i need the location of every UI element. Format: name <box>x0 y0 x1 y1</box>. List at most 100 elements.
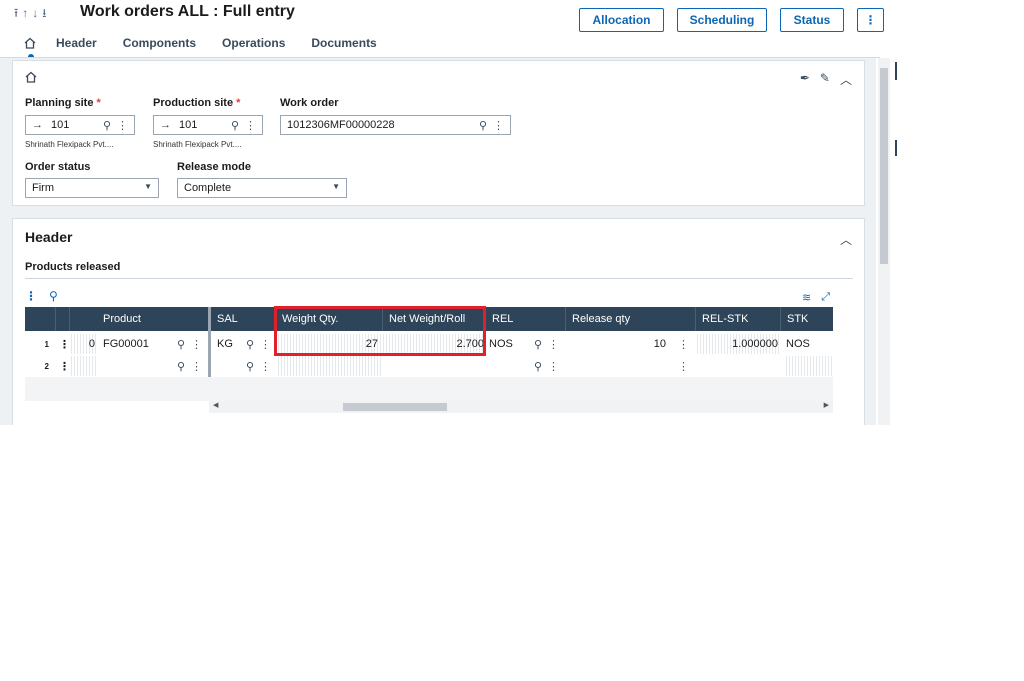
first-record-icon[interactable]: ⭱ <box>14 6 18 20</box>
chevron-down-icon: ▼ <box>332 182 340 191</box>
kebab-icon[interactable]: ⋮ <box>678 360 689 373</box>
kebab-icon[interactable]: ⋮ <box>191 338 202 351</box>
grid-header-status <box>69 307 97 331</box>
kebab-icon[interactable]: ⋮ <box>493 119 504 132</box>
grid-header-rel-stk[interactable]: REL-STK <box>695 307 780 331</box>
tab-components[interactable]: Components <box>123 36 196 50</box>
scroll-left-icon[interactable]: ◀ <box>213 401 218 409</box>
release-qty-value: 10 <box>653 338 666 350</box>
search-icon[interactable]: ⚲ <box>49 289 58 303</box>
vertical-scrollbar[interactable] <box>878 58 890 425</box>
release-mode-select[interactable]: Complete ▼ <box>177 178 347 198</box>
sal-value: KG <box>217 338 233 350</box>
planning-site-label: Planning site * <box>25 97 101 109</box>
grid-header-stk[interactable]: STK <box>780 307 833 331</box>
scrollbar-thumb[interactable] <box>880 68 888 264</box>
product-cell[interactable]: FG00001 ⚲ ⋮ <box>103 334 208 354</box>
grid-header-rownum <box>25 307 55 331</box>
expand-icon[interactable]: ⤢ <box>821 291 830 304</box>
kebab-icon[interactable]: ⋮ <box>260 360 271 373</box>
work-order-field[interactable]: 1012306MF00000228 ⚲ ⋮ <box>280 115 511 135</box>
grid-header-release-qty[interactable]: Release qty <box>565 307 695 331</box>
search-icon[interactable]: ⚲ <box>103 119 111 132</box>
kebab-icon[interactable]: ⋮ <box>548 338 559 351</box>
allocation-button[interactable]: Allocation <box>579 8 664 32</box>
scheduling-button[interactable]: Scheduling <box>677 8 767 32</box>
side-panel-edge <box>895 140 897 156</box>
tab-home[interactable] <box>24 36 38 60</box>
section-tabs: Header Components Operations Documents <box>24 36 403 60</box>
stk-cell[interactable] <box>786 356 833 376</box>
app-window: ⭱ ↑ ↓ ⭳ Work orders ALL : Full entry All… <box>0 0 892 425</box>
next-record-icon[interactable]: ↓ <box>32 6 38 20</box>
tab-operations[interactable]: Operations <box>222 36 285 50</box>
more-actions-button[interactable]: ⋮ <box>857 8 884 32</box>
record-navigation: ⭱ ↑ ↓ ⭳ <box>14 6 46 20</box>
kebab-icon[interactable]: ⋮ <box>117 119 128 132</box>
table-row-number: 1 <box>25 334 49 354</box>
navigate-arrow-icon[interactable]: → <box>32 119 43 131</box>
rel-cell[interactable]: ⚲ ⋮ <box>489 356 565 376</box>
sal-cell[interactable]: KG ⚲ ⋮ <box>217 334 275 354</box>
order-status-select[interactable]: Firm ▼ <box>25 178 159 198</box>
kebab-icon[interactable]: ⋮ <box>548 360 559 373</box>
rel-cell[interactable]: NOS ⚲ ⋮ <box>489 334 565 354</box>
stk-cell[interactable]: NOS <box>786 334 833 354</box>
grid-header-product[interactable]: Product <box>97 307 208 331</box>
layers-icon[interactable]: ≋ <box>802 291 811 304</box>
row-number-text: 2 <box>44 361 49 371</box>
card-tools: ✒ ✎ ︿ <box>800 71 852 88</box>
planning-site-field[interactable]: → 101 ⚲ ⋮ <box>25 115 135 135</box>
product-cell[interactable]: ⚲ ⋮ <box>103 356 208 376</box>
weight-qty-cell[interactable] <box>278 356 382 376</box>
release-mode-value: Complete <box>184 182 232 194</box>
edit-icon[interactable]: ✎ <box>820 71 830 88</box>
search-icon[interactable]: ⚲ <box>534 338 542 351</box>
pin-icon[interactable]: ✒ <box>800 71 810 88</box>
search-icon[interactable]: ⚲ <box>246 338 254 351</box>
row-status-cell <box>71 356 97 376</box>
section-title: Header <box>25 229 73 245</box>
tab-header[interactable]: Header <box>56 36 97 50</box>
release-qty-cell[interactable]: ⋮ <box>565 356 695 376</box>
search-icon[interactable]: ⚲ <box>246 360 254 373</box>
navigate-arrow-icon[interactable]: → <box>160 119 171 131</box>
home-icon <box>24 37 36 49</box>
collapse-icon[interactable]: ︿ <box>840 71 852 88</box>
key-fields-card: ✒ ✎ ︿ Planning site * → 101 ⚲ ⋮ Shrinath … <box>12 60 865 206</box>
horizontal-scrollbar[interactable]: ◀ ▶ <box>209 401 833 413</box>
work-order-value: 1012306MF00000228 <box>287 119 395 131</box>
search-icon[interactable]: ⚲ <box>534 360 542 373</box>
kebab-icon[interactable]: ⋮ <box>191 360 202 373</box>
search-icon[interactable]: ⚲ <box>177 360 185 373</box>
sal-cell[interactable]: ⚲ ⋮ <box>217 356 275 376</box>
scroll-right-icon[interactable]: ▶ <box>824 401 829 409</box>
order-status-label: Order status <box>25 161 91 173</box>
kebab-icon[interactable]: ⋮ <box>245 119 256 132</box>
home-icon[interactable] <box>25 71 37 83</box>
search-icon[interactable]: ⚲ <box>231 119 239 132</box>
search-icon[interactable]: ⚲ <box>177 338 185 351</box>
release-qty-cell[interactable]: 10 ⋮ <box>565 334 695 354</box>
previous-record-icon[interactable]: ↑ <box>22 6 28 20</box>
scrollbar-thumb[interactable] <box>343 403 447 411</box>
row-actions-kebab-icon[interactable]: ⋮ <box>59 334 70 354</box>
planning-site-label-text: Planning site <box>25 97 94 109</box>
status-button[interactable]: Status <box>780 8 844 32</box>
row-actions-kebab-icon[interactable]: ⋮ <box>59 356 70 376</box>
grid-header-rel[interactable]: REL <box>486 307 565 331</box>
kebab-icon[interactable]: ⋮ <box>260 338 271 351</box>
search-icon[interactable]: ⚲ <box>479 119 487 132</box>
production-site-value: 101 <box>179 119 198 131</box>
work-order-label: Work order <box>280 97 339 109</box>
collapse-icon[interactable]: ︿ <box>840 231 852 248</box>
frozen-column-separator[interactable] <box>208 307 211 377</box>
production-site-field[interactable]: → 101 ⚲ ⋮ <box>153 115 263 135</box>
rel-stk-cell[interactable]: 1.000000 <box>697 334 780 354</box>
kebab-icon[interactable]: ⋮ <box>25 289 37 303</box>
kebab-icon[interactable]: ⋮ <box>678 338 689 351</box>
last-record-icon[interactable]: ⭳ <box>42 6 46 20</box>
grid-header-sal[interactable]: SAL <box>211 307 275 331</box>
tab-documents[interactable]: Documents <box>311 36 376 50</box>
grid-toolbar: ⋮ ⚲ <box>25 289 58 303</box>
